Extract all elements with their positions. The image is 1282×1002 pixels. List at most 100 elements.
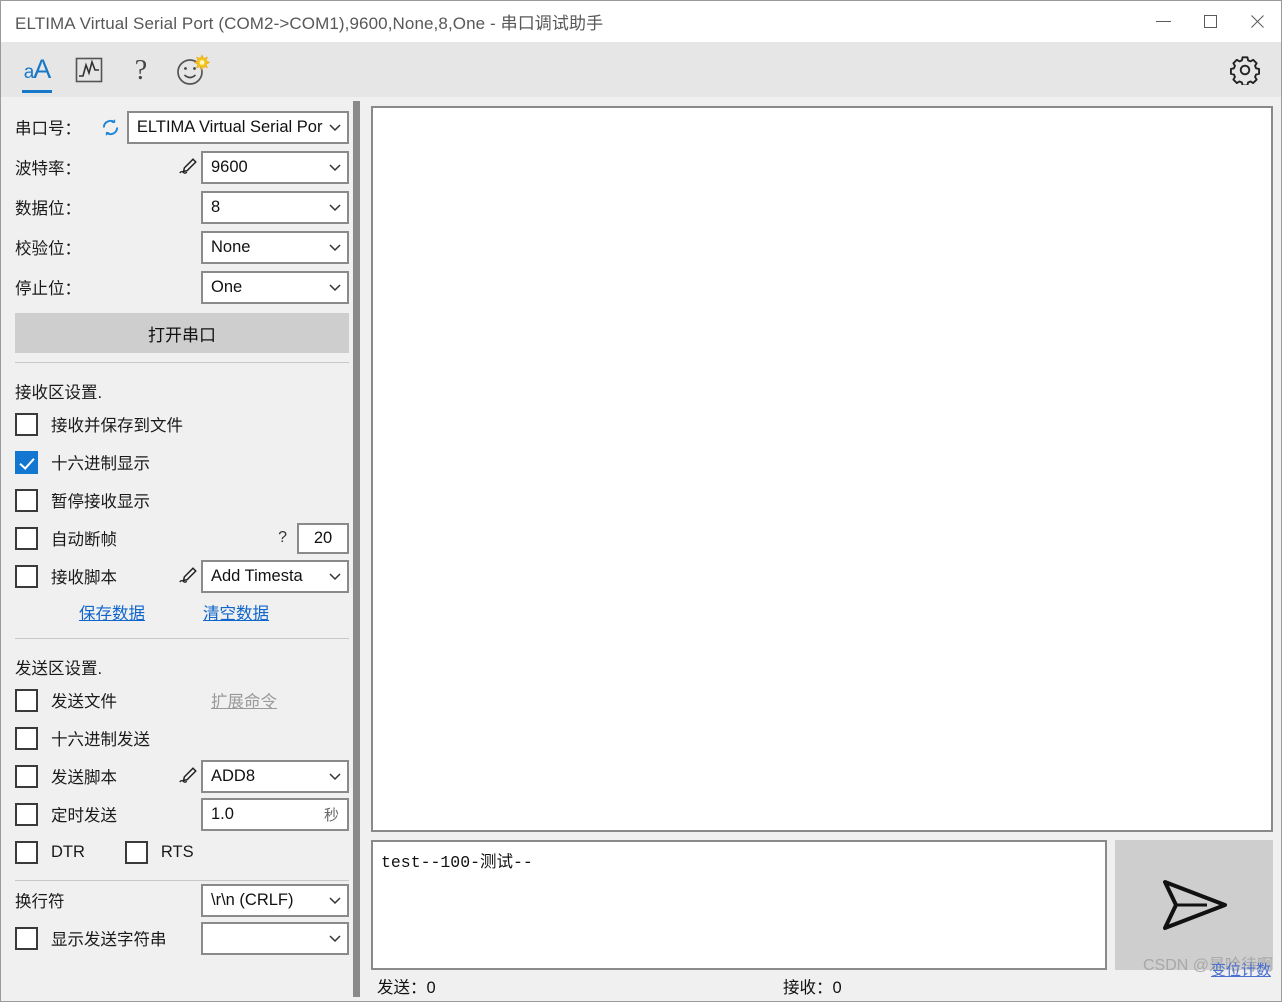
hex-display-checkbox[interactable]	[15, 450, 38, 474]
send-script-edit-button[interactable]	[175, 765, 201, 787]
maximize-button[interactable]	[1187, 1, 1234, 42]
receive-script-value: Add Timesta	[211, 566, 303, 585]
baud-script-button[interactable]	[175, 156, 201, 178]
hex-send-label: 十六进制发送	[51, 731, 150, 749]
receive-save-to-file-checkbox[interactable]	[15, 412, 38, 436]
app-window: ELTIMA Virtual Serial Port (COM2->COM1),…	[0, 0, 1282, 1002]
pause-display-checkbox[interactable]	[15, 488, 38, 512]
baud-rate-row: 波特率： 9600	[15, 147, 349, 187]
chevron-down-icon	[327, 568, 343, 584]
minimize-button[interactable]	[1140, 1, 1187, 42]
send-file-row: 发送文件 扩展命令	[15, 681, 349, 719]
parity-select[interactable]: None	[201, 230, 349, 264]
timed-send-label: 定时发送	[51, 807, 117, 825]
toolbar: aA ?	[1, 42, 1281, 97]
receive-textarea[interactable]	[371, 106, 1273, 832]
parity-row: 校验位： None	[15, 227, 349, 267]
chevron-down-icon	[327, 768, 343, 784]
parity-label: 校验位：	[15, 240, 81, 258]
send-button[interactable]	[1115, 840, 1273, 970]
clear-data-link[interactable]: 清空数据	[203, 600, 269, 624]
send-section-title: 发送区设置.	[15, 660, 103, 678]
pen-script-icon	[179, 158, 197, 174]
data-bits-select[interactable]: 8	[201, 190, 349, 224]
waveform-chart-icon	[75, 57, 103, 82]
right-panel: test--100-测试-- 发送：0 接收：0	[363, 97, 1281, 1001]
send-script-checkbox[interactable]	[15, 764, 38, 788]
send-file-checkbox[interactable]	[15, 688, 38, 712]
open-serial-port-button[interactable]: 打开串口	[15, 313, 349, 353]
chevron-down-icon	[327, 199, 343, 215]
send-script-value: ADD8	[211, 766, 256, 785]
hex-send-checkbox[interactable]	[15, 726, 38, 750]
svg-text:?: ?	[135, 55, 147, 85]
chevron-down-icon	[327, 119, 343, 135]
hex-send-row[interactable]: 十六进制发送	[15, 719, 349, 757]
window-title: ELTIMA Virtual Serial Port (COM2->COM1),…	[15, 14, 604, 33]
stop-bits-select[interactable]: One	[201, 270, 349, 304]
serial-port-select[interactable]: ELTIMA Virtual Serial Por	[126, 110, 349, 144]
sidebar-scrollbar[interactable]	[350, 97, 363, 1001]
receive-script-checkbox[interactable]	[15, 564, 38, 588]
font-size-icon: aA	[23, 54, 52, 84]
pause-display-row[interactable]: 暂停接收显示	[15, 481, 349, 519]
timed-send-unit: 秒	[323, 806, 339, 824]
question-mark-icon: ?	[135, 55, 147, 85]
paper-plane-send-icon	[1163, 880, 1227, 930]
timed-send-interval-input[interactable]: 1.0 秒	[201, 797, 349, 831]
auto-break-hint-icon[interactable]: ?	[278, 529, 287, 547]
timed-send-row: 定时发送 1.0 秒	[15, 795, 349, 833]
hex-display-row[interactable]: 十六进制显示	[15, 443, 349, 481]
rts-checkbox[interactable]	[124, 840, 148, 864]
chevron-down-icon	[327, 239, 343, 255]
receive-links-row: 保存数据 清空数据	[15, 595, 349, 629]
auto-break-input[interactable]: 20	[297, 522, 349, 554]
receive-save-to-file-row[interactable]: 接收并保存到文件	[15, 405, 349, 443]
timed-send-interval-value: 1.0	[211, 804, 234, 823]
smiley-sun-icon	[177, 53, 211, 85]
baud-rate-select[interactable]: 9600	[201, 150, 349, 184]
auto-break-label: 自动断帧	[51, 531, 117, 549]
toolbar-chart-button[interactable]	[63, 44, 115, 96]
pen-script-icon	[179, 767, 197, 783]
serial-port-row: 串口号： ELTIMA Virtual Serial Por	[15, 107, 349, 147]
save-data-link[interactable]: 保存数据	[79, 600, 145, 624]
status-sent-count: 发送：0	[377, 978, 436, 997]
close-button[interactable]	[1234, 1, 1281, 42]
extend-command-link[interactable]: 扩展命令	[211, 688, 277, 712]
dtr-checkbox[interactable]	[15, 840, 38, 864]
newline-select[interactable]: \r\n (CRLF)	[201, 883, 349, 917]
data-bits-row: 数据位： 8	[15, 187, 349, 227]
timed-send-checkbox[interactable]	[15, 802, 38, 826]
chevron-down-icon	[327, 930, 343, 946]
settings-button[interactable]	[1223, 48, 1267, 92]
sidebar-scrollbar-thumb[interactable]	[353, 101, 360, 997]
toolbar-smiley-button[interactable]	[167, 44, 219, 96]
send-script-select[interactable]: ADD8	[201, 759, 349, 793]
send-row: test--100-测试--	[371, 840, 1273, 970]
baud-rate-value: 9600	[211, 157, 248, 176]
window-controls	[1140, 1, 1281, 42]
serial-port-label: 串口号：	[15, 120, 81, 138]
toolbar-font-button[interactable]: aA	[11, 44, 63, 96]
sent-string-color-select[interactable]	[201, 921, 349, 955]
receive-save-to-file-label: 接收并保存到文件	[51, 417, 183, 435]
refresh-icon	[102, 118, 118, 136]
send-textarea[interactable]: test--100-测试--	[371, 840, 1107, 970]
toolbar-help-button[interactable]: ?	[115, 44, 167, 96]
refresh-ports-button[interactable]	[98, 117, 123, 138]
minimize-icon	[1156, 21, 1171, 22]
newline-value: \r\n (CRLF)	[211, 890, 294, 909]
send-script-row: 发送脚本 ADD8	[15, 757, 349, 795]
show-sent-string-row: 显示发送字符串	[15, 919, 349, 957]
receive-script-select[interactable]: Add Timesta	[201, 559, 349, 593]
show-sent-string-checkbox[interactable]	[15, 926, 38, 950]
dtr-label: DTR	[51, 842, 85, 861]
auto-break-row: 自动断帧 ? 20	[15, 519, 349, 557]
auto-break-checkbox[interactable]	[15, 526, 38, 550]
chevron-down-icon	[327, 159, 343, 175]
send-file-label: 发送文件	[51, 693, 117, 711]
divider	[15, 362, 349, 363]
receive-script-edit-button[interactable]	[175, 565, 201, 587]
serial-port-value: ELTIMA Virtual Serial Por	[136, 117, 323, 136]
